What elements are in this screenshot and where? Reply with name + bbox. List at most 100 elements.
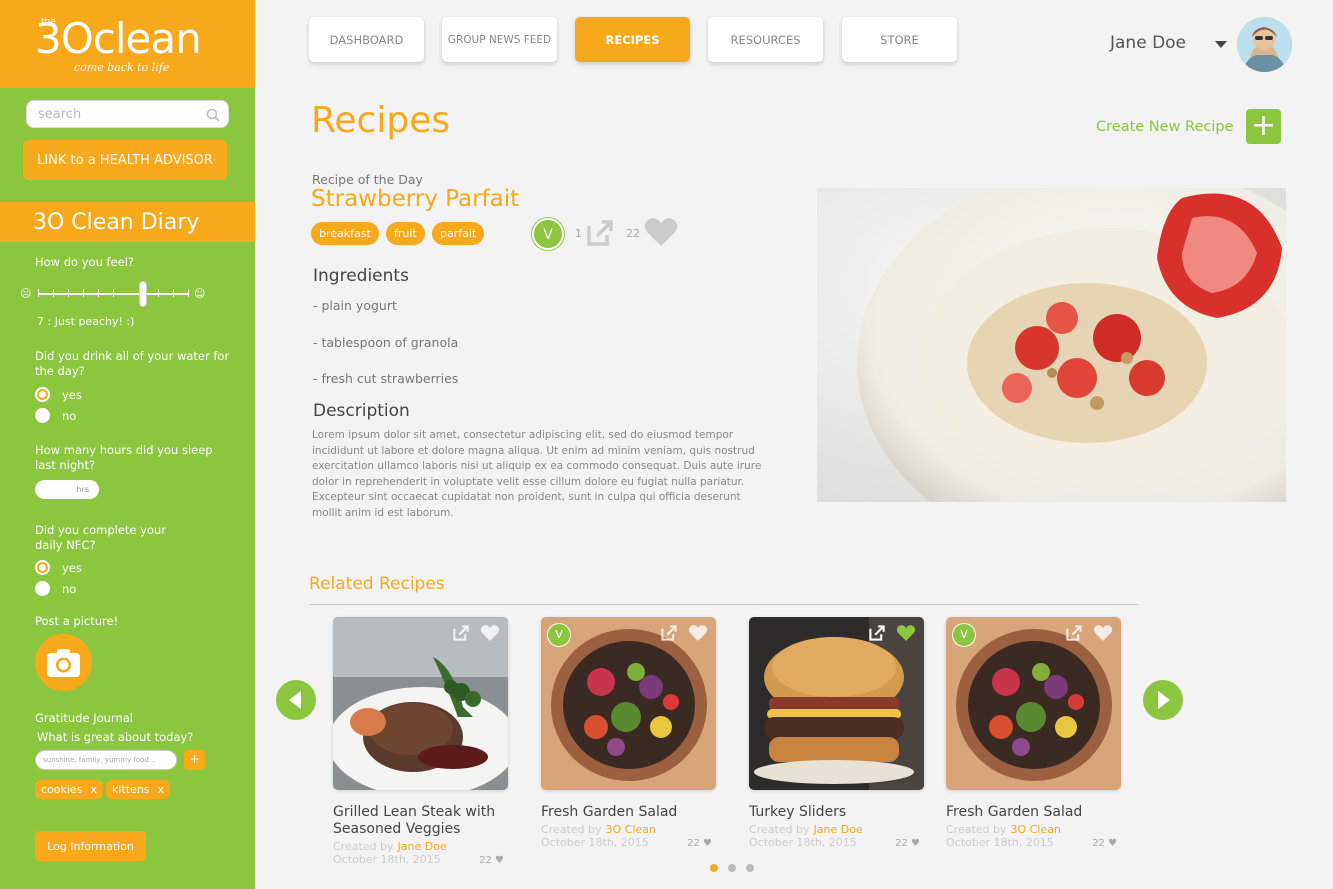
share-icon[interactable] <box>868 624 886 642</box>
slider-tick <box>83 289 84 297</box>
recipe-card-title[interactable]: Grilled Lean Steak with Seasoned Veggies <box>333 804 508 838</box>
sleep-question: How many hours did you sleep last night? <box>35 443 213 472</box>
search-icon[interactable] <box>206 108 220 122</box>
recipe-card-title[interactable]: Fresh Garden Salad <box>541 804 716 821</box>
recipe-photo <box>817 188 1286 502</box>
chip-label: kittens <box>112 783 150 796</box>
sad-face-icon: ☹ <box>20 287 32 300</box>
heart-icon[interactable] <box>644 216 678 248</box>
recipe-tag[interactable]: fruit <box>386 222 425 245</box>
brand-logo[interactable]: the 3Oclean come back to life <box>0 0 255 88</box>
slider-tick <box>158 289 159 297</box>
search-input[interactable] <box>27 101 197 127</box>
heart-icon[interactable] <box>480 624 500 642</box>
created-by-label: Created by <box>946 823 1007 836</box>
nav-group-news-feed[interactable]: GROUP NEWS FEED <box>442 17 557 62</box>
carousel-page-dot[interactable] <box>710 864 718 872</box>
heart-icon[interactable] <box>688 624 708 642</box>
share-icon[interactable] <box>660 624 678 642</box>
recipe-card-title[interactable]: Turkey Sliders <box>749 804 924 821</box>
user-name[interactable]: Jane Doe <box>1110 33 1186 53</box>
link-health-advisor-button[interactable]: LINK to a HEALTH ADVISOR <box>23 140 227 180</box>
recipe-tag[interactable]: parfait <box>432 222 485 245</box>
recipe-title[interactable]: Strawberry Parfait <box>311 186 519 212</box>
sleep-hours-input[interactable]: hrs <box>35 480 99 499</box>
water-yes-label: yes <box>62 388 82 402</box>
water-no-radio[interactable] <box>35 408 50 423</box>
vegetarian-badge-icon: V <box>547 623 571 647</box>
post-picture-button[interactable] <box>35 634 92 691</box>
carousel-page-dot[interactable] <box>746 864 754 872</box>
recipe-card-author: Created by Jane Doe <box>333 840 508 853</box>
nav-resources[interactable]: RESOURCES <box>708 17 823 62</box>
recipe-card[interactable]: V Fresh Garden Salad Created by 3O Clean … <box>541 617 716 849</box>
vegetarian-badge-icon: V <box>532 218 564 250</box>
like-count: 22 <box>1092 838 1105 849</box>
share-icon[interactable] <box>452 624 470 642</box>
related-recipes-heading: Related Recipes <box>309 574 445 594</box>
heart-icon[interactable]: ♥ <box>703 838 712 849</box>
gratitude-chip: kittens x <box>106 780 171 799</box>
chip-remove-button[interactable]: x <box>158 783 165 796</box>
share-icon[interactable] <box>585 218 615 248</box>
nav-recipes[interactable]: RECIPES <box>575 17 690 62</box>
avatar-image <box>1237 17 1292 72</box>
recipe-card[interactable]: Turkey Sliders Created by Jane Doe Octobe… <box>749 617 924 849</box>
share-count: 1 <box>575 227 582 240</box>
gratitude-chip: cookies x <box>35 780 103 799</box>
slider-tick <box>53 289 54 297</box>
create-new-recipe-button[interactable]: + <box>1246 109 1281 144</box>
water-yes-radio[interactable] <box>35 387 50 402</box>
recipe-card[interactable]: V Fresh Garden Salad Created by 3O Clean … <box>946 617 1121 849</box>
nfc-yes-label: yes <box>62 561 82 575</box>
nfc-yes-radio[interactable] <box>35 560 50 575</box>
like-count: 22 <box>895 838 908 849</box>
chip-remove-button[interactable]: x <box>90 783 97 796</box>
recipe-card-image[interactable] <box>749 617 924 790</box>
recipe-card-title[interactable]: Fresh Garden Salad <box>946 804 1121 821</box>
ingredient-item: - fresh cut strawberries <box>313 371 459 386</box>
recipe-card-date: October 18th, 2015 22 ♥ <box>333 853 508 866</box>
brand-tagline: come back to life <box>66 56 178 79</box>
vegetarian-badge-icon: V <box>952 623 976 647</box>
nfc-no-radio[interactable] <box>35 581 50 596</box>
heart-icon[interactable]: ♥ <box>495 855 504 866</box>
card-likes: 22 ♥ <box>479 855 504 866</box>
heart-icon[interactable] <box>896 624 916 642</box>
author-link[interactable]: Jane Doe <box>398 840 447 853</box>
gratitude-title: Gratitude Journal <box>35 711 133 725</box>
slider-tick <box>38 289 39 297</box>
recipe-card-image[interactable] <box>333 617 508 790</box>
author-link[interactable]: 3O Clean <box>606 823 656 836</box>
description-text: Lorem ipsum dolor sit amet, consectetur … <box>312 429 762 519</box>
feel-slider-thumb[interactable] <box>139 281 147 307</box>
user-menu-caret-icon[interactable] <box>1215 41 1227 48</box>
log-information-button[interactable]: Log Information <box>35 831 146 861</box>
gratitude-input[interactable]: sunshine, family, yummy food... <box>35 750 177 770</box>
arrow-left-icon <box>289 691 301 709</box>
recipe-card[interactable]: Grilled Lean Steak with Seasoned Veggies… <box>333 617 508 866</box>
avatar[interactable] <box>1237 17 1292 72</box>
recipe-card-image[interactable]: V <box>541 617 716 790</box>
carousel-prev-button[interactable] <box>276 680 316 720</box>
card-likes: 22 ♥ <box>895 838 920 849</box>
recipe-tag[interactable]: breakfast <box>311 222 379 245</box>
recipe-card-date: October 18th, 2015 22 ♥ <box>749 836 924 849</box>
heart-icon[interactable] <box>1093 624 1113 642</box>
nav-dashboard[interactable]: DASHBOARD <box>309 17 424 62</box>
heart-icon[interactable]: ♥ <box>1108 838 1117 849</box>
sidebar: the 3Oclean come back to life LINK to a … <box>0 0 255 889</box>
author-link[interactable]: Jane Doe <box>814 823 863 836</box>
gratitude-add-button[interactable]: + <box>184 750 205 770</box>
nav-store[interactable]: STORE <box>842 17 957 62</box>
share-icon[interactable] <box>1065 624 1083 642</box>
create-new-recipe-link[interactable]: Create New Recipe <box>1096 119 1234 135</box>
diary-title: 3O Clean Diary <box>0 202 255 242</box>
carousel-next-button[interactable] <box>1143 680 1183 720</box>
card-likes: 22 ♥ <box>687 838 712 849</box>
water-no-label: no <box>62 409 77 423</box>
author-link[interactable]: 3O Clean <box>1011 823 1061 836</box>
carousel-page-dot[interactable] <box>728 864 736 872</box>
recipe-card-image[interactable]: V <box>946 617 1121 790</box>
heart-icon[interactable]: ♥ <box>911 838 920 849</box>
